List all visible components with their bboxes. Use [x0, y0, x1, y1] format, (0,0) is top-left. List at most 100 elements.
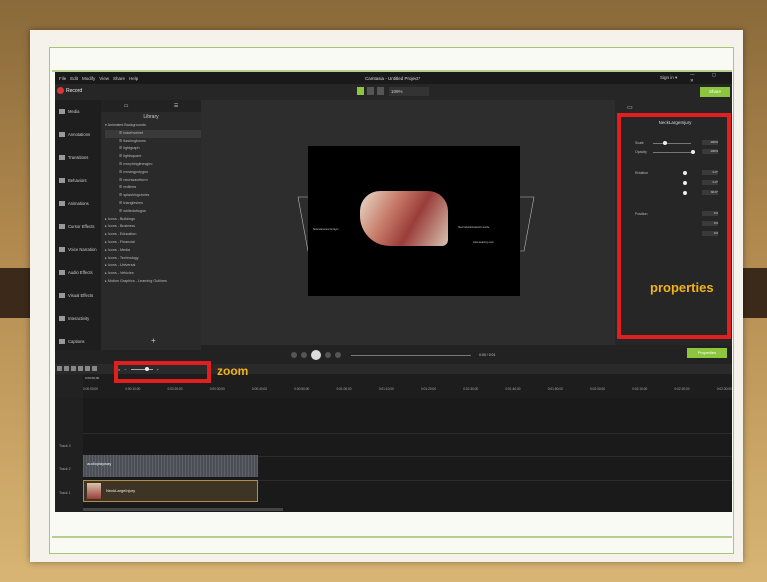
sign-in-link[interactable]: Sign in ▾: [660, 75, 677, 81]
animations-icon: [59, 201, 65, 206]
next-icon[interactable]: [335, 352, 341, 358]
track-3-lane[interactable]: [83, 433, 732, 456]
media-icon: [59, 109, 65, 114]
menu-share[interactable]: Share: [113, 76, 125, 81]
grid-view-icon[interactable]: ▭: [124, 103, 129, 109]
audio-clip[interactable]: audioplayway: [83, 455, 258, 477]
menu-file[interactable]: File: [59, 76, 66, 81]
canvas-area: Subcutaneous fat layer Sternocleidomasto…: [201, 100, 615, 345]
library-item[interactable]: ☰ redlines: [105, 184, 201, 192]
play-button[interactable]: [311, 350, 321, 360]
library-item[interactable]: ▸ Icons - Business: [105, 223, 201, 231]
previous-icon[interactable]: [291, 352, 297, 358]
cut-icon[interactable]: [71, 366, 76, 371]
zoom-callout-box: [114, 361, 211, 383]
library-item[interactable]: ▸ Icons - Media: [105, 247, 201, 255]
tool-cursor-effects[interactable]: Cursor Effects: [55, 215, 101, 238]
split-icon[interactable]: [92, 366, 97, 371]
share-button[interactable]: Share: [700, 87, 730, 97]
properties-button[interactable]: Properties: [687, 348, 727, 358]
timeline-scrollbar[interactable]: [83, 508, 283, 511]
step-forward-icon[interactable]: [325, 352, 331, 358]
library-item[interactable]: ☰ movingpolygon: [105, 169, 201, 177]
tool-voice-narration[interactable]: Voice Narration: [55, 238, 101, 261]
crop-tool-icon[interactable]: [377, 87, 384, 95]
ruler-tick-label: 0:00:50;00: [294, 387, 310, 391]
library-item[interactable]: ☰ bokehvelvet: [105, 129, 201, 138]
audio-clip-label: audioplayway: [87, 461, 112, 466]
menu-help[interactable]: Help: [129, 76, 138, 81]
video-clip-label: NeckLargeInjury: [106, 488, 136, 493]
redo-icon[interactable]: [64, 366, 69, 371]
speaker-icon: [59, 270, 65, 275]
properties-callout-box: [617, 113, 731, 339]
library-item[interactable]: ▾ Animated Backgrounds: [105, 122, 201, 130]
paste-icon[interactable]: [85, 366, 90, 371]
library-item[interactable]: ☰ whitedotlogos: [105, 208, 201, 216]
track-headers: Track 3 Track 2 Track 1: [55, 398, 83, 512]
library-title: Library: [143, 114, 159, 120]
library-item[interactable]: ☰ flashingboxes: [105, 138, 201, 146]
record-icon: [57, 87, 64, 94]
properties-panel-icon: ▭: [627, 105, 633, 111]
playback-scrubber[interactable]: [351, 354, 471, 356]
arrow-tool-icon[interactable]: [357, 87, 364, 95]
tool-transitions[interactable]: Transitions: [55, 146, 101, 169]
neck-anatomy-image: [360, 191, 448, 246]
tool-media[interactable]: Media: [55, 100, 101, 123]
canvas-left-label: Subcutaneous fat layer: [313, 228, 339, 231]
library-item[interactable]: ▸ Icons - Vehicles: [105, 270, 201, 278]
track-3-label[interactable]: Track 3: [59, 444, 71, 448]
pan-tool-icon[interactable]: [367, 87, 374, 95]
tool-animations[interactable]: Animations: [55, 192, 101, 215]
video-clip[interactable]: NeckLargeInjury: [83, 480, 258, 502]
canvas-zoom-select[interactable]: 109%: [389, 87, 429, 96]
library-item[interactable]: ☰ morphinglinesgiro: [105, 161, 201, 169]
track-1-label[interactable]: Track 1: [59, 491, 71, 495]
ruler-tick-label: 0:01:50;00: [547, 387, 563, 391]
library-item[interactable]: ☰ lightgraph: [105, 145, 201, 153]
library-item[interactable]: ▸ Icons - Buildings: [105, 216, 201, 224]
tool-behaviors[interactable]: Behaviors: [55, 169, 101, 192]
library-item[interactable]: ▸ Icons - Technology: [105, 255, 201, 263]
tool-visual-effects[interactable]: Visual Effects: [55, 284, 101, 307]
library-item[interactable]: ▸ Icons - Education: [105, 231, 201, 239]
cursor-icon: [59, 224, 65, 229]
tool-interactivity[interactable]: Interactivity: [55, 307, 101, 330]
timeline-tool-icons: [57, 366, 97, 371]
library-item[interactable]: ☰ triangleslms: [105, 200, 201, 208]
ruler-marks: 0:00:00;00 0:00:10;00 0:00:20;00 0:00:30;00…: [83, 387, 732, 391]
tool-captions[interactable]: Captions: [55, 330, 101, 353]
library-item[interactable]: ▸ Icons - Universal: [105, 262, 201, 270]
library-item[interactable]: ☰ neonwaveform: [105, 177, 201, 185]
ruler-tick-label: 0:02:20;00: [674, 387, 690, 391]
tool-annotations[interactable]: Annotations: [55, 123, 101, 146]
add-icon[interactable]: +: [151, 336, 161, 346]
menu-edit[interactable]: Edit: [70, 76, 78, 81]
copy-icon[interactable]: [78, 366, 83, 371]
undo-icon[interactable]: [57, 366, 62, 371]
menu-modify[interactable]: Modify: [82, 76, 95, 81]
menu-view[interactable]: View: [99, 76, 109, 81]
list-view-icon[interactable]: ☰: [174, 103, 178, 109]
video-canvas[interactable]: Subcutaneous fat layer Sternocleidomasto…: [308, 146, 520, 296]
wand-icon: [59, 293, 65, 298]
interactivity-icon: [59, 316, 65, 321]
playback-time: 0:00 / 0:01: [479, 353, 496, 357]
library-item[interactable]: ▸ Motion Graphics - Learning Outlines: [105, 278, 201, 286]
step-back-icon[interactable]: [301, 352, 307, 358]
library-item[interactable]: ☰ splashingcircles: [105, 192, 201, 200]
library-panel: ▭ ☰ Library ▾ Animated Backgrounds ☰ boke…: [101, 100, 201, 350]
record-button[interactable]: Record: [57, 87, 82, 94]
tool-audio-effects[interactable]: Audio Effects: [55, 261, 101, 284]
window-controls[interactable]: — ▢ ✕: [690, 72, 732, 84]
library-item[interactable]: ▸ Icons - Financial: [105, 239, 201, 247]
track-2-label[interactable]: Track 2: [59, 467, 71, 471]
ruler-tick-label: 0:01:30;00: [463, 387, 479, 391]
ruler-tick-label: 0:02:10;00: [632, 387, 648, 391]
ruler-tick-label: 0:00:20;00: [167, 387, 183, 391]
library-item[interactable]: ☰ lightsquare: [105, 153, 201, 161]
canvas-right-sub: www.anatomy.com: [473, 241, 494, 244]
window-title: Camtasia - Untitled Project*: [365, 75, 421, 81]
cc-icon: [59, 339, 65, 344]
